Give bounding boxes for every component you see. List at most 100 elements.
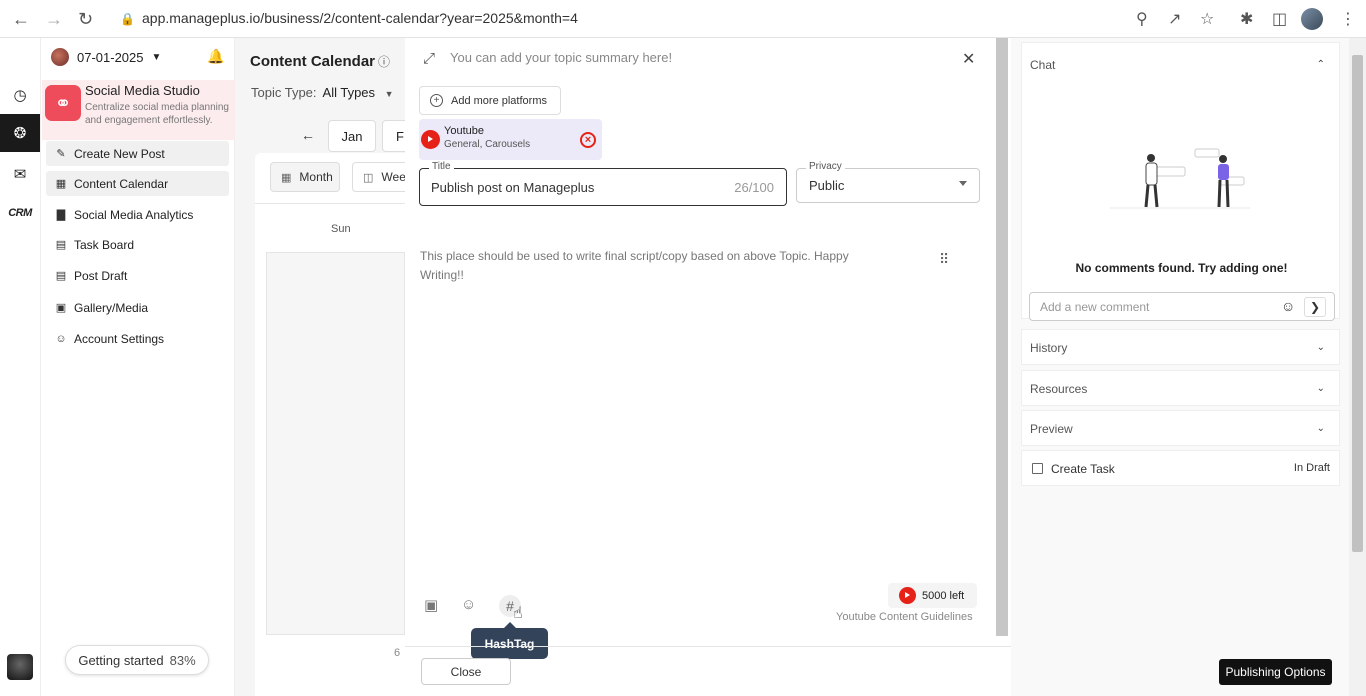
mail-icon[interactable]: ✉ (0, 155, 40, 193)
expand-icon[interactable]: ⤢ (423, 50, 435, 67)
history-accordion[interactable]: History ⌄ (1021, 329, 1340, 365)
privacy-select[interactable]: Privacy Public (796, 161, 980, 203)
info-icon[interactable]: ⓘ (378, 55, 390, 69)
calendar-area: Content Calendar ⓘ Topic Type: All Types ▼… (235, 38, 412, 696)
pointer-cursor-icon: ☝ (513, 605, 523, 622)
create-task-checkbox[interactable] (1032, 463, 1043, 474)
hashtag-tooltip: HashTag (471, 622, 548, 659)
youtube-icon (899, 587, 916, 604)
right-panel: Chat ⌃ No comments found. Try adding one… (1011, 38, 1349, 696)
post-editor-modal: ⤢ You can add your topic summary here! ✕… (405, 38, 1011, 696)
image-icon[interactable]: ▣ (424, 596, 438, 614)
youtube-icon (421, 130, 440, 149)
preview-title: Preview (1030, 422, 1073, 436)
studio-logo-icon: ⚭ (45, 85, 81, 121)
empty-state-text: No comments found. Try adding one! (1075, 261, 1288, 275)
script-editor[interactable]: This place should be used to write final… (420, 247, 890, 285)
zoom-icon[interactable]: ⚲ (1136, 9, 1148, 29)
business-logo (51, 48, 69, 66)
close-icon[interactable]: ✕ (962, 49, 975, 69)
drag-handle-icon[interactable]: ⠿ (939, 251, 949, 268)
privacy-label: Privacy (806, 161, 845, 172)
topic-summary-input[interactable]: You can add your topic summary here! (450, 50, 672, 65)
star-icon[interactable]: ☆ (1200, 9, 1214, 29)
menu-content-calendar[interactable]: ▦ Content Calendar (46, 171, 229, 196)
url-text: app.manageplus.io/business/2/content-cal… (142, 10, 578, 26)
title-value: Publish post on Manageplus (431, 180, 595, 195)
title-label: Title (429, 161, 454, 172)
guidelines-link[interactable]: Youtube Content Guidelines (836, 611, 973, 623)
preview-accordion[interactable]: Preview ⌄ (1021, 410, 1340, 446)
studio-subtitle: Centralize social media planning and eng… (85, 102, 229, 126)
sidebar: 07-01-2025 ▼ 🔔 ⚭ Social Media Studio Cen… (41, 38, 235, 696)
create-task-label: Create Task (1051, 462, 1115, 476)
view-month-label: Month (299, 170, 333, 184)
view-month-button[interactable]: ▦ Month (270, 162, 340, 192)
menu-account-settings[interactable]: ☺ Account Settings (46, 326, 229, 351)
more-menu-icon[interactable]: ⋮ (1340, 9, 1356, 29)
extensions-icon[interactable]: ✱ (1240, 9, 1253, 29)
back-icon[interactable]: ← (12, 9, 30, 30)
bell-icon[interactable]: 🔔 (207, 48, 224, 65)
dashboard-icon[interactable]: ◷ (0, 76, 40, 114)
emoji-icon[interactable]: ☺ (1281, 298, 1295, 314)
menu-create-new-post[interactable]: ✎ Create New Post (46, 141, 229, 166)
month-jan-button[interactable]: Jan (328, 120, 376, 152)
privacy-value: Public (809, 178, 845, 193)
close-button[interactable]: Close (421, 658, 511, 685)
task-status: In Draft (1293, 462, 1330, 474)
title-char-count: 26/100 (734, 180, 774, 195)
progress-percent: 83% (169, 652, 196, 668)
sidepanel-icon[interactable]: ◫ (1272, 9, 1287, 29)
add-platforms-label: Add more platforms (451, 94, 547, 107)
send-icon[interactable]: ❯ (1304, 297, 1326, 317)
calendar-card: ▦ Month ◫ Wee Sun (255, 153, 412, 696)
chars-left: 5000 left (922, 589, 965, 602)
reload-icon[interactable]: ↻ (78, 9, 93, 30)
title-field[interactable]: Title Publish post on Manageplus 26/100 (419, 161, 787, 206)
forward-icon[interactable]: → (45, 9, 63, 30)
date-selector[interactable]: 07-01-2025 ▼ (51, 48, 161, 66)
modal-scrollbar[interactable] (996, 38, 1008, 636)
menu-label: Post Draft (74, 268, 128, 283)
menu-label: Task Board (74, 237, 135, 252)
getting-started-button[interactable]: Getting started 83% (65, 645, 209, 675)
topic-type-filter[interactable]: Topic Type: All Types ▼ (251, 85, 394, 100)
page-title-text: Content Calendar (250, 53, 376, 70)
resources-accordion[interactable]: Resources ⌄ (1021, 370, 1340, 406)
platform-name: Youtube (444, 125, 484, 137)
calendar-cell[interactable] (266, 252, 405, 635)
view-week-button[interactable]: ◫ Wee (352, 162, 412, 192)
remove-platform-icon[interactable]: × (580, 132, 596, 148)
menu-task-board[interactable]: ▤ Task Board (46, 232, 229, 257)
chart-icon: ▇ (56, 209, 66, 221)
date-number: 6 (394, 647, 401, 659)
topic-type-label: Topic Type: (251, 85, 317, 100)
scrollbar-thumb[interactable] (1352, 55, 1363, 552)
comment-input[interactable]: Add a new comment ☺ ❯ (1029, 292, 1335, 321)
prev-arrow-icon[interactable]: ← (301, 127, 315, 143)
menu-post-draft[interactable]: ▤ Post Draft (46, 263, 229, 288)
day-header-sun: Sun (331, 223, 351, 235)
menu-label: Gallery/Media (74, 300, 149, 315)
emoji-icon[interactable]: ☺ (461, 596, 476, 613)
share-icon[interactable]: ↗ (1168, 9, 1181, 29)
chevron-up-icon[interactable]: ⌃ (1317, 59, 1325, 70)
menu-social-media-analytics[interactable]: ▇ Social Media Analytics (46, 202, 229, 227)
studio-header: ⚭ Social Media Studio Centralize social … (42, 80, 235, 140)
app-rail: ◷ ❂ ✉ CRM (0, 38, 41, 696)
platform-chip-youtube[interactable]: Youtube General, Carousels × (419, 119, 602, 160)
user-icon: ☺ (55, 332, 67, 345)
menu-gallery-media[interactable]: ▣ Gallery/Media (46, 295, 229, 320)
crm-icon[interactable]: CRM (0, 194, 40, 232)
user-avatar[interactable] (7, 654, 33, 680)
publishing-options-button[interactable]: Publishing Options (1219, 659, 1332, 685)
menu-label: Content Calendar (74, 176, 169, 191)
page-scrollbar[interactable] (1349, 38, 1366, 696)
columns-icon: ◫ (363, 171, 374, 184)
add-platforms-button[interactable]: + Add more platforms (419, 86, 561, 115)
social-studio-icon[interactable]: ❂ (0, 114, 40, 152)
address-bar[interactable]: 🔒 app.manageplus.io/business/2/content-ca… (120, 10, 578, 26)
menu-label: Social Media Analytics (74, 207, 194, 222)
profile-avatar[interactable] (1301, 8, 1323, 30)
